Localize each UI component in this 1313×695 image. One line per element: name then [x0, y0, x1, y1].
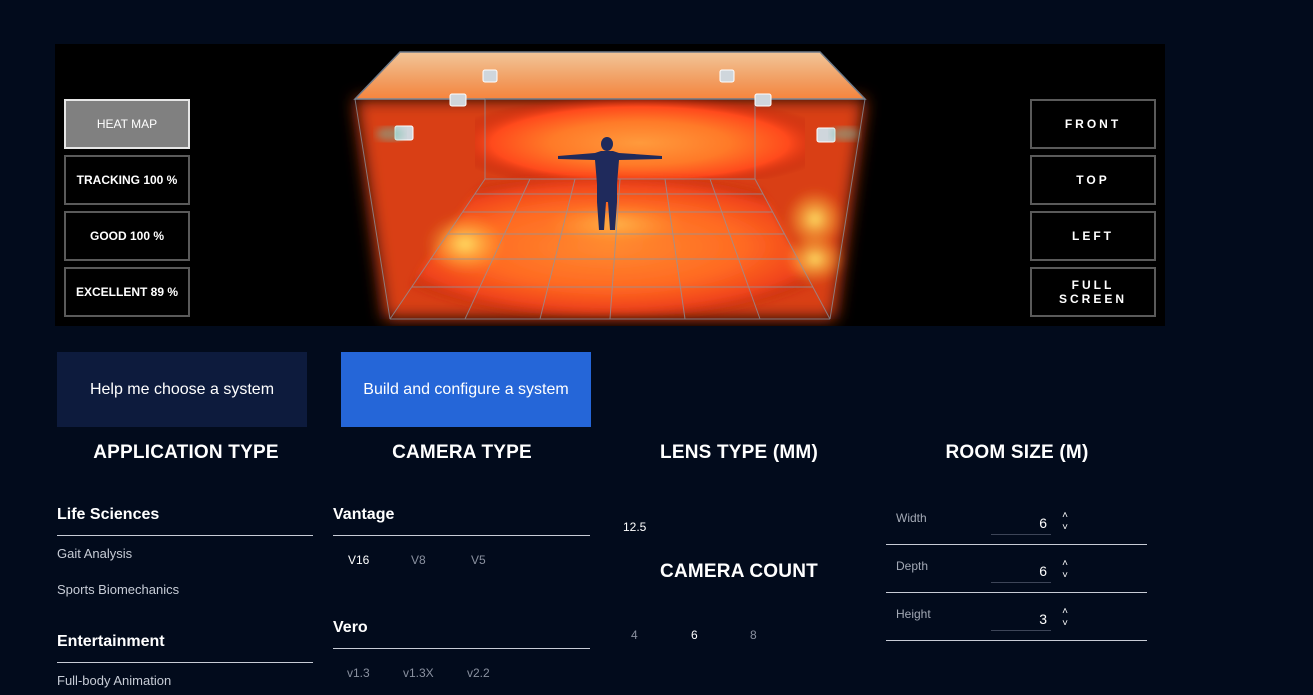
group-vero: Vero — [333, 619, 590, 649]
room-width-row: Width 6 ˄ ˅ — [886, 497, 1147, 545]
left-view-button[interactable]: LEFT — [1030, 211, 1156, 261]
chevron-down-icon[interactable]: ˅ — [1059, 570, 1071, 582]
group-vantage: Vantage — [333, 506, 590, 536]
build-configure-button[interactable]: Build and configure a system — [341, 352, 591, 427]
camera-option-v1-3x[interactable]: v1.3X — [403, 666, 434, 680]
room-height-label: Height — [896, 607, 931, 621]
metric-button-group: HEAT MAP TRACKING 100 % GOOD 100 % EXCEL… — [64, 99, 190, 323]
room-depth-row: Depth 6 ˄ ˅ — [886, 545, 1147, 593]
room-height-stepper[interactable]: ˄ ˅ — [1059, 606, 1071, 630]
app-sports-biomechanics[interactable]: Sports Biomechanics — [57, 582, 179, 597]
room-height-input[interactable]: 3 — [991, 611, 1051, 631]
chevron-up-icon[interactable]: ˄ — [1059, 558, 1071, 570]
full-screen-button[interactable]: FULL SCREEN — [1030, 267, 1156, 317]
count-option-4[interactable]: 4 — [631, 628, 638, 642]
lens-type-title: LENS TYPE (MM) — [660, 442, 818, 463]
good-button[interactable]: GOOD 100 % — [64, 211, 190, 261]
app-gait-analysis[interactable]: Gait Analysis — [57, 546, 132, 561]
chevron-down-icon[interactable]: ˅ — [1059, 522, 1071, 534]
room-depth-label: Depth — [896, 559, 929, 573]
top-view-button[interactable]: TOP — [1030, 155, 1156, 205]
camera-option-v5[interactable]: V5 — [471, 553, 486, 567]
room-width-stepper[interactable]: ˄ ˅ — [1059, 510, 1071, 534]
heat-map-scene[interactable] — [55, 44, 1165, 326]
camera-type-title: CAMERA TYPE — [392, 442, 532, 463]
chevron-up-icon[interactable]: ˄ — [1059, 510, 1071, 522]
help-choose-button[interactable]: Help me choose a system — [57, 352, 307, 427]
room-height-row: Height 3 ˄ ˅ — [886, 593, 1147, 641]
camera-option-v8[interactable]: V8 — [411, 553, 426, 567]
room-depth-stepper[interactable]: ˄ ˅ — [1059, 558, 1071, 582]
count-option-8[interactable]: 8 — [750, 628, 757, 642]
chevron-up-icon[interactable]: ˄ — [1059, 606, 1071, 618]
group-life-sciences: Life Sciences — [57, 506, 313, 536]
tracking-button[interactable]: TRACKING 100 % — [64, 155, 190, 205]
app-full-body-animation[interactable]: Full-body Animation — [57, 673, 171, 688]
camera-option-v16[interactable]: V16 — [348, 553, 369, 567]
application-type-title: APPLICATION TYPE — [93, 442, 279, 463]
camera-count-title: CAMERA COUNT — [660, 561, 818, 582]
chevron-down-icon[interactable]: ˅ — [1059, 618, 1071, 630]
front-view-button[interactable]: FRONT — [1030, 99, 1156, 149]
camera-option-v2-2[interactable]: v2.2 — [467, 666, 490, 680]
room-width-label: Width — [896, 511, 927, 525]
room-width-input[interactable]: 6 — [991, 515, 1051, 535]
count-option-6[interactable]: 6 — [691, 628, 698, 642]
lens-option-12-5[interactable]: 12.5 — [623, 520, 646, 534]
heat-map-button[interactable]: HEAT MAP — [64, 99, 190, 149]
room-size-title: ROOM SIZE (M) — [945, 442, 1089, 463]
group-entertainment: Entertainment — [57, 633, 313, 663]
view-button-group: FRONT TOP LEFT FULL SCREEN — [1030, 99, 1156, 323]
camera-option-v1-3[interactable]: v1.3 — [347, 666, 370, 680]
room-depth-input[interactable]: 6 — [991, 563, 1051, 583]
room-viewer[interactable]: HEAT MAP TRACKING 100 % GOOD 100 % EXCEL… — [55, 44, 1165, 326]
excellent-button[interactable]: EXCELLENT 89 % — [64, 267, 190, 317]
